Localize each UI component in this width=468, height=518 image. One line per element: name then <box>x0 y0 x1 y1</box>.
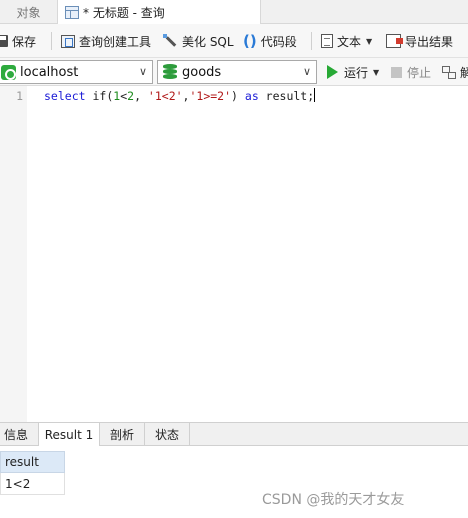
stop-label: 停止 <box>407 65 432 80</box>
explain-button[interactable]: 解 <box>442 58 468 86</box>
stop-icon <box>391 66 402 78</box>
tab-info-label: 信息 <box>3 428 28 442</box>
sql-keyword-select: select <box>44 89 86 103</box>
toolbar-divider <box>51 32 52 50</box>
magic-wand-icon <box>163 34 178 48</box>
connection-select[interactable]: localhost ∨ <box>0 60 153 84</box>
connection-value: localhost <box>20 64 79 80</box>
code-snippet-label: 代码段 <box>260 34 297 49</box>
query-builder-label: 查询创建工具 <box>79 34 152 49</box>
beautify-sql-button[interactable]: 美化 SQL <box>163 24 234 58</box>
tab-status-label: 状态 <box>154 428 179 442</box>
table-cell[interactable]: 1<2 <box>0 473 65 495</box>
query-builder-icon <box>61 34 75 48</box>
chevron-down-icon: ▼ <box>366 36 373 46</box>
query-builder-button[interactable]: 查询创建工具 <box>61 24 151 58</box>
sql-string: '1>=2' <box>189 89 232 103</box>
tab-objects-label: 对象 <box>16 5 41 20</box>
run-button[interactable]: 运行 ▼ <box>327 58 379 86</box>
line-number: 1 <box>16 89 23 103</box>
save-icon <box>0 35 8 47</box>
sql-code-line[interactable]: select if(1<2, '1<2','1>=2') as result; <box>44 88 316 104</box>
explain-icon <box>442 65 456 79</box>
text-cursor <box>314 88 316 102</box>
watermark-text: CSDN @我的天才女友 <box>262 492 405 508</box>
text-mode-dropdown[interactable]: 文本 ▼ <box>321 24 372 58</box>
tab-profile-label: 剖析 <box>109 428 134 442</box>
stop-button[interactable]: 停止 <box>391 58 431 86</box>
code-snippet-icon: () <box>243 32 257 50</box>
sql-keyword-as: as <box>244 89 259 103</box>
tab-query-label: * 无标题 - 查询 <box>83 5 165 20</box>
run-label: 运行 <box>344 65 369 80</box>
sql-alias: result; <box>258 89 315 103</box>
export-icon <box>386 34 403 48</box>
database-icon <box>163 64 177 80</box>
tab-status[interactable]: 状态 <box>145 423 190 446</box>
result-tab-bar: 信息 Result 1 剖析 状态 <box>0 422 468 447</box>
sql-function-if: if( <box>85 89 114 103</box>
play-icon <box>327 65 338 79</box>
connection-icon <box>1 64 16 80</box>
query-table-icon <box>65 5 79 19</box>
explain-label: 解 <box>460 65 468 80</box>
chevron-down-icon: ∨ <box>302 65 311 78</box>
tab-profile[interactable]: 剖析 <box>100 423 145 446</box>
query-toolbar: 保存 查询创建工具 美化 SQL () 代码段 文本 ▼ 导出结果 <box>0 24 468 58</box>
column-header-result[interactable]: result <box>0 451 65 473</box>
database-select[interactable]: goods ∨ <box>157 60 317 84</box>
sql-separator: , <box>134 89 148 103</box>
document-tab-bar: 对象 * 无标题 - 查询 <box>0 0 468 24</box>
sql-editor[interactable]: 1 select if(1<2, '1<2','1>=2') as result… <box>0 86 468 422</box>
tab-result-1[interactable]: Result 1 <box>38 423 100 447</box>
text-document-icon <box>321 34 333 48</box>
line-number-gutter: 1 <box>0 86 27 422</box>
tab-objects[interactable]: 对象 <box>0 0 58 24</box>
toolbar-divider <box>311 32 312 50</box>
tab-info[interactable]: 信息 <box>0 423 39 446</box>
beautify-sql-label: 美化 SQL <box>182 34 234 49</box>
table-cell-value: 1<2 <box>5 476 31 491</box>
save-label: 保存 <box>12 34 37 49</box>
code-snippet-button[interactable]: () 代码段 <box>243 24 297 58</box>
connection-bar: localhost ∨ goods ∨ 运行 ▼ 停止 解 <box>0 58 468 86</box>
export-results-button[interactable]: 导出结果 <box>386 24 453 58</box>
database-value: goods <box>182 64 222 80</box>
sql-string: '1<2' <box>147 89 183 103</box>
export-results-label: 导出结果 <box>405 34 454 49</box>
chevron-down-icon: ∨ <box>138 65 147 78</box>
text-mode-label: 文本 <box>337 34 362 49</box>
tab-untitled-query[interactable]: * 无标题 - 查询 <box>58 0 261 24</box>
tab-result-1-label: Result 1 <box>44 428 94 442</box>
save-button[interactable]: 保存 <box>0 24 36 58</box>
chevron-down-icon: ▼ <box>373 67 380 77</box>
column-header-label: result <box>5 455 39 469</box>
sql-paren-close: ) <box>231 89 245 103</box>
